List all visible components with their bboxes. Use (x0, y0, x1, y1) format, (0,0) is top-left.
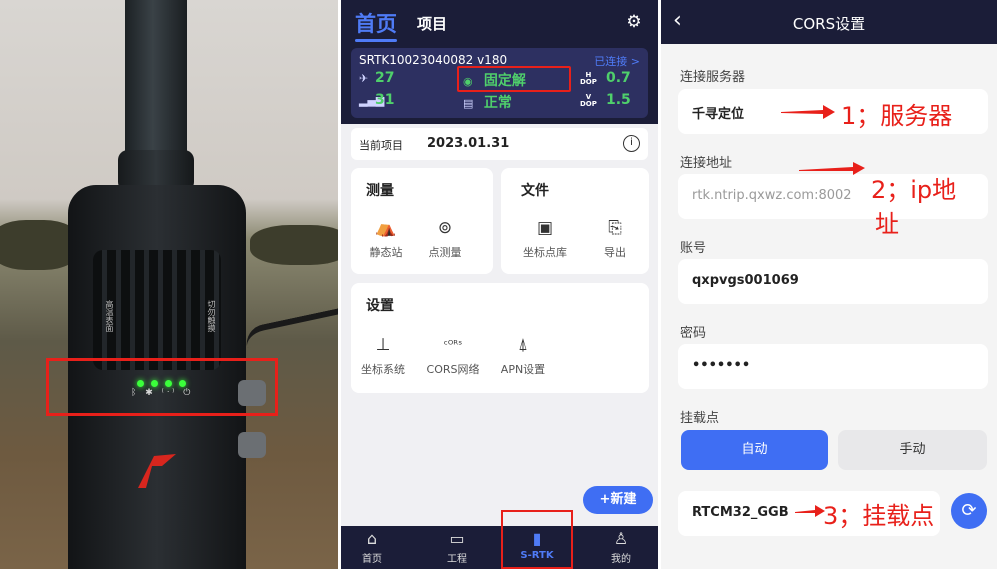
signal-count: 31 (375, 92, 395, 108)
header-bar: ‹ CORS设置 (661, 0, 997, 44)
survey-title: 测量 (366, 183, 394, 199)
annotation-arrow (781, 105, 835, 119)
warning-text: 高温表面 (105, 300, 114, 332)
vdop-value: 1.5 (606, 92, 631, 108)
location-pin-icon: ⊚ (437, 218, 453, 238)
device-id: SRTK10023040082 v180 (359, 53, 508, 67)
address-value: rtk.ntrip.qxwz.com:8002 (692, 188, 852, 203)
connector-port-2 (238, 432, 266, 458)
mount-point-value: RTCM32_GGB (692, 505, 789, 520)
satellite-count: 27 (375, 70, 395, 86)
coordinate-system-button[interactable]: ⊥ 坐标系统 (353, 333, 413, 377)
highlight-box (457, 66, 571, 92)
point-survey-button[interactable]: ⊚ 点测量 (415, 216, 475, 260)
current-project-value: 2023.01.31 (427, 136, 510, 151)
annotation-arrow (799, 162, 865, 175)
server-value: 千寻定位 (692, 107, 745, 122)
annotation-address: 2；ip地 (871, 176, 957, 204)
account-field[interactable]: qxpvgs001069 (678, 259, 988, 304)
account-value: qxpvgs001069 (692, 273, 799, 288)
cors-settings-screen: ‹ CORS设置 连接服务器 千寻定位 连接地址 rtk.ntrip.qxwz.… (661, 0, 997, 569)
warning-text-2: 切勿触摸 (207, 300, 216, 332)
export-button[interactable]: ⎘ 导出 (585, 216, 645, 260)
sd-card-icon: ▤ (463, 97, 474, 110)
signal-icon: ▂▄▆ (359, 94, 385, 107)
station-icon: ⛺ (375, 218, 397, 238)
folder-icon: ▭ (449, 529, 465, 548)
current-project-bar[interactable]: 当前项目 2023.01.31 i (351, 128, 648, 160)
export-icon: ⎘ (608, 218, 622, 238)
tab-home-header[interactable]: 首页 (355, 8, 397, 42)
user-icon: ♙ (613, 529, 629, 548)
hdop-value: 0.7 (606, 70, 631, 86)
static-station-button[interactable]: ⛺ 静态站 (356, 216, 416, 260)
highlight-box (46, 358, 278, 416)
file-card: 文件 ▣ 坐标点库 ⎘ 导出 (501, 168, 649, 274)
annotation-address-2: 址 (875, 210, 899, 238)
tab-mine[interactable]: ♙ 我的 (591, 528, 651, 565)
new-button[interactable]: +新建 (583, 486, 653, 514)
tab-home[interactable]: ⌂ 首页 (342, 528, 402, 565)
device-photo: 高温表面 切勿触摸 ᛒ ✱ ⁽ᐧ⁾ ⏻ (0, 0, 338, 569)
password-field[interactable]: ••••••• (678, 344, 988, 389)
address-label: 连接地址 (680, 156, 733, 171)
mount-label: 挂载点 (680, 411, 720, 426)
tab-project-header[interactable]: 项目 (417, 13, 447, 34)
point-library-icon: ▣ (536, 218, 554, 238)
sd-status: 正常 (483, 95, 512, 111)
antenna (125, 0, 187, 168)
password-label: 密码 (680, 326, 707, 341)
settings-title: 设置 (366, 298, 394, 314)
account-label: 账号 (680, 241, 707, 256)
apn-settings-button[interactable]: ⍋ APN设置 (493, 333, 553, 377)
srtk-home-screen: 首页 项目 ⚙ SRTK10023040082 v180 已连接 > ✈ 27 ▂… (341, 0, 658, 569)
highlight-box (501, 510, 573, 569)
manual-button[interactable]: 手动 (838, 430, 987, 470)
connection-status[interactable]: 已连接 > (594, 53, 640, 69)
vdop-label: V DOP (580, 93, 597, 108)
survey-card: 测量 ⛺ 静态站 ⊚ 点测量 (351, 168, 493, 274)
axes-icon: ⊥ (375, 335, 391, 355)
refresh-icon[interactable]: ⟳ (951, 493, 987, 529)
coordinate-library-button[interactable]: ▣ 坐标点库 (515, 216, 575, 260)
settings-card: 设置 ⊥ 坐标系统 ᶜᴼᴿˢ CORS网络 ⍋ APN设置 (351, 283, 649, 393)
cors-network-button[interactable]: ᶜᴼᴿˢ CORS网络 (423, 333, 483, 377)
info-icon[interactable]: i (623, 135, 640, 152)
device-status-card[interactable]: SRTK10023040082 v180 已连接 > ✈ 27 ▂▄▆31 ◉ 固… (351, 48, 648, 118)
password-value: ••••••• (692, 358, 751, 373)
server-label: 连接服务器 (680, 70, 746, 85)
annotation-arrow (795, 505, 825, 517)
cors-icon: ᶜᴼᴿˢ (443, 338, 463, 351)
annotation-server: 1；服务器 (841, 102, 953, 130)
bottom-tab-bar: ⌂ 首页 ▭ 工程 ▮ S-RTK ♙ 我的 (341, 526, 658, 569)
home-icon: ⌂ (366, 529, 378, 548)
satellite-icon: ✈ (359, 72, 369, 85)
annotation-mount: 3；挂载点 (823, 502, 935, 530)
current-project-label: 当前项目 (359, 139, 403, 152)
hdop-label: H DOP (580, 71, 597, 86)
gear-icon[interactable]: ⚙ (624, 12, 644, 32)
tab-engineering[interactable]: ▭ 工程 (427, 528, 487, 565)
page-title: CORS设置 (792, 15, 866, 33)
auto-button[interactable]: 自动 (681, 430, 828, 470)
antenna-icon: ⍋ (517, 335, 529, 355)
brand-logo (138, 454, 176, 488)
file-title: 文件 (521, 183, 549, 199)
